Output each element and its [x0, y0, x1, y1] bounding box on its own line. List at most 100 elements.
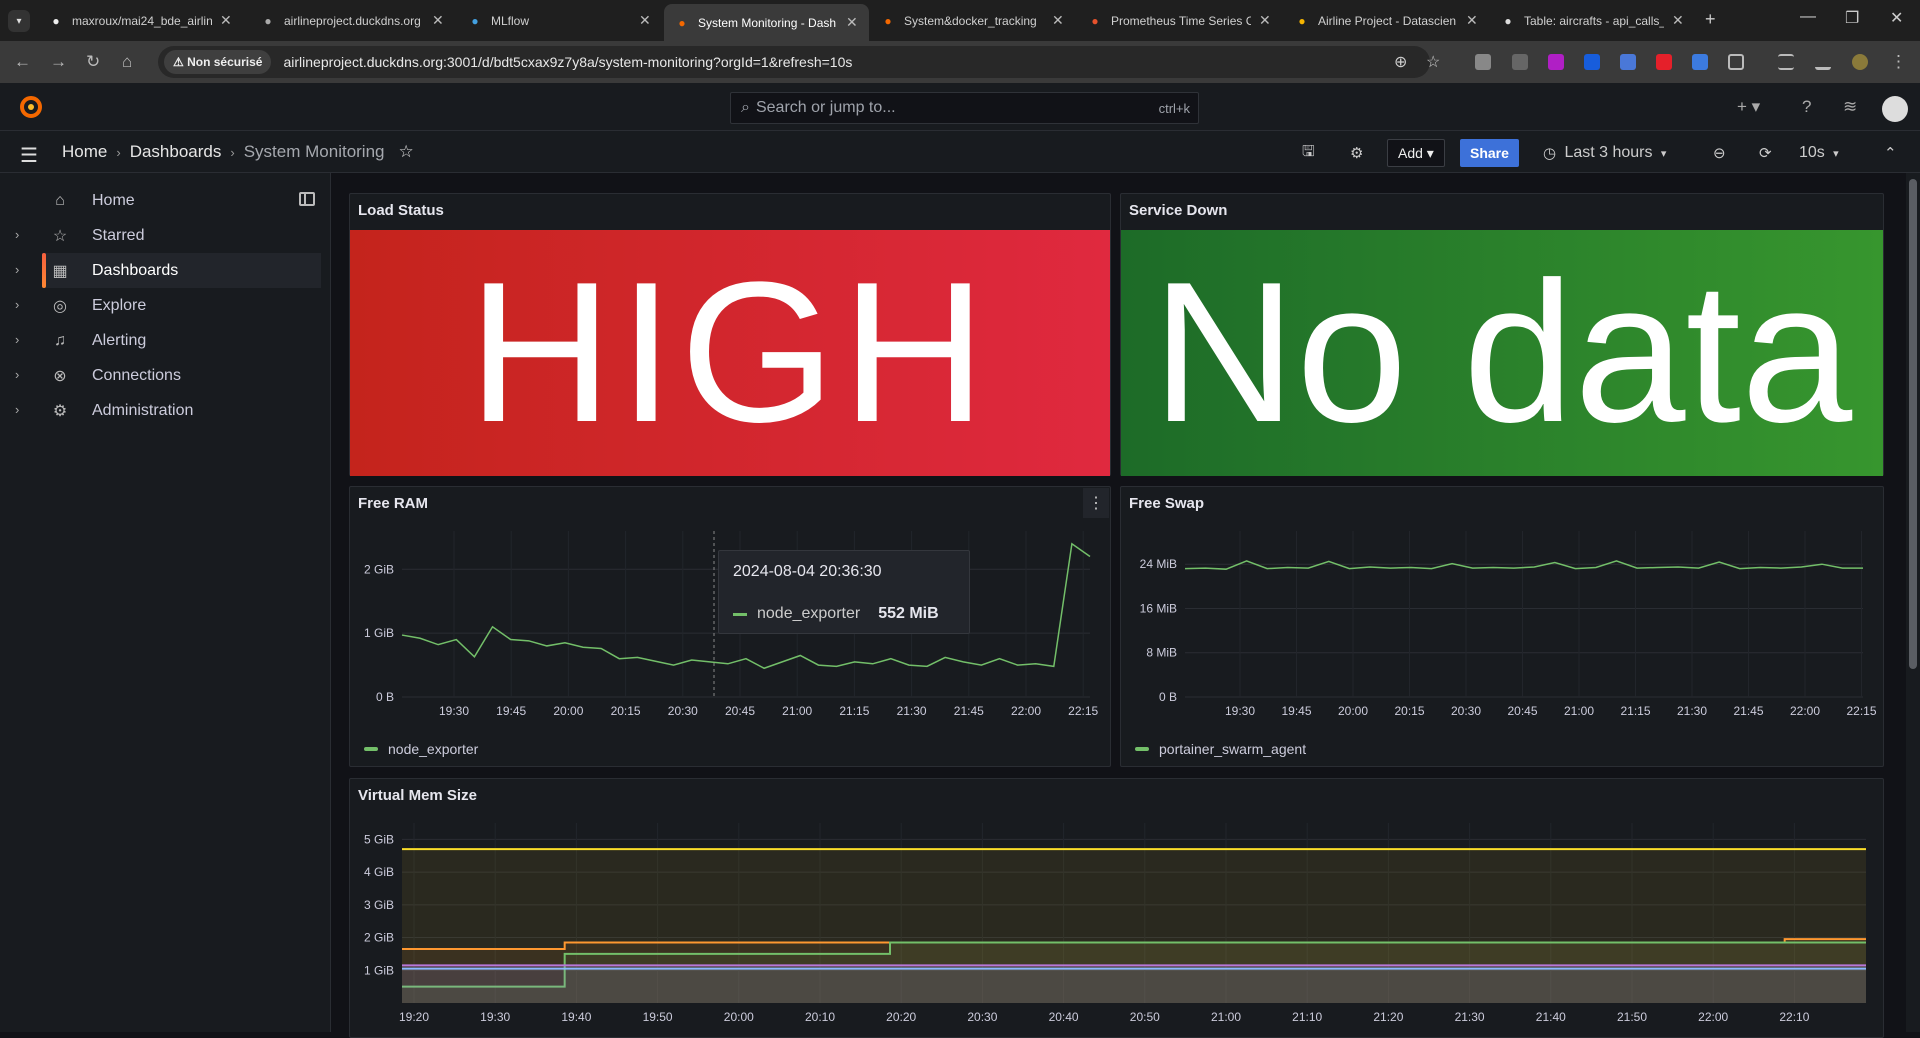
panel-menu-icon[interactable]: ⋮ — [1083, 488, 1109, 518]
breadcrumb-current: System Monitoring — [243, 142, 385, 161]
load-status-panel[interactable]: Load Status HIGH — [349, 193, 1111, 476]
forward-icon[interactable]: → — [50, 52, 67, 72]
tab-close-icon[interactable]: ✕ — [639, 12, 651, 29]
virtual-mem-chart[interactable]: 1 GiB 2 GiB 3 GiB 4 GiB 5 GiB 19:20 19:30 19:40… — [350, 813, 1883, 1033]
x-tick-label: 20:30 — [967, 1010, 997, 1024]
y-tick-label: 24 MiB — [1140, 557, 1177, 571]
settings-gear-icon[interactable]: ⚙ — [1350, 140, 1363, 166]
extension-a-icon[interactable] — [1475, 54, 1491, 70]
minimize-icon[interactable]: — — [1800, 8, 1816, 26]
panel-title: Load Status — [358, 202, 444, 219]
tab-close-icon[interactable]: ✕ — [1259, 12, 1271, 29]
browser-tab[interactable]: ● Prometheus Time Series C ✕ — [1077, 6, 1282, 35]
sidebar-item-connections[interactable]: ⊗ Connections — [42, 358, 321, 393]
favorite-star-icon[interactable]: ☆ — [399, 142, 414, 162]
sidebar-item-starred[interactable]: ☆ Starred — [42, 218, 321, 253]
tab-search-button[interactable]: ▾ — [8, 10, 30, 32]
user-avatar[interactable] — [1882, 96, 1908, 122]
address-bar[interactable]: ⚠ Non sécurisé airlineproject.duckdns.or… — [158, 46, 1440, 78]
x-tick-label: 19:30 — [439, 704, 469, 718]
profile-avatar[interactable] — [1852, 54, 1868, 70]
restore-icon[interactable]: ❐ — [1845, 8, 1859, 28]
reading-list-icon[interactable] — [1778, 54, 1794, 70]
help-icon[interactable]: ? — [1802, 97, 1811, 117]
tab-close-icon[interactable]: ✕ — [432, 12, 444, 29]
expand-chevron-icon[interactable]: › — [15, 227, 19, 242]
browser-tab[interactable]: ● Table: aircrafts - api_calls_ ✕ — [1490, 6, 1695, 35]
bitwarden-icon[interactable] — [1584, 54, 1600, 70]
add-button[interactable]: Add ▾ — [1387, 139, 1445, 167]
scrollbar-thumb[interactable] — [1909, 179, 1917, 669]
tab-close-icon[interactable]: ✕ — [1672, 12, 1684, 29]
virtual-mem-panel[interactable]: Virtual Mem Size 1 GiB 2 GiB 3 GiB 4 GiB 5 G… — [349, 778, 1884, 1038]
share-button[interactable]: Share — [1460, 139, 1519, 167]
service-down-panel[interactable]: Service Down No data — [1120, 193, 1884, 476]
extension-copy-icon[interactable] — [1512, 54, 1528, 70]
browser-tab[interactable]: ● System Monitoring - Dash ✕ — [664, 4, 869, 41]
close-window-icon[interactable]: ✕ — [1890, 8, 1903, 28]
breadcrumb-dashboards[interactable]: Dashboards — [130, 142, 222, 162]
browser-tab[interactable]: ● Airline Project - Datascien ✕ — [1284, 6, 1489, 35]
refresh-icon[interactable]: ⟳ — [1759, 140, 1772, 166]
breadcrumb-home[interactable]: Home — [62, 142, 107, 162]
sidebar-item-label: Starred — [92, 226, 145, 244]
free-swap-panel[interactable]: Free Swap 0 B 8 MiB 16 MiB 24 MiB 19:30 19:45… — [1120, 486, 1884, 767]
back-icon[interactable]: ← — [14, 52, 31, 72]
expand-chevron-icon[interactable]: › — [15, 402, 19, 417]
time-picker[interactable]: ◷ Last 3 hours ▾ — [1543, 140, 1666, 166]
news-rss-icon[interactable]: ≋ — [1843, 97, 1857, 117]
url-text[interactable]: airlineproject.duckdns.org:3001/d/bdt5cx… — [283, 54, 852, 70]
sidebar-item-alerting[interactable]: ♫ Alerting — [42, 323, 321, 358]
collapse-up-icon[interactable]: ⌃ — [1884, 140, 1897, 166]
refresh-interval-picker[interactable]: 10s ▾ — [1799, 140, 1839, 166]
sidebar-item-administration[interactable]: ⚙ Administration — [42, 393, 321, 428]
search-input[interactable]: ⌕ Search or jump to... ctrl+k — [730, 92, 1199, 124]
downloads-icon[interactable] — [1815, 54, 1831, 70]
table-icon: ● — [1504, 13, 1512, 28]
translate-icon[interactable] — [1620, 54, 1636, 70]
security-indicator[interactable]: ⚠ Non sécurisé — [164, 50, 272, 74]
legend-item[interactable]: node_exporter — [364, 741, 478, 757]
page-scrollbar[interactable] — [1906, 173, 1920, 1032]
grafana-logo-icon[interactable] — [18, 94, 44, 120]
x-tick-label: 19:30 — [480, 1010, 510, 1024]
youtube-icon[interactable] — [1656, 54, 1672, 70]
expand-chevron-icon[interactable]: › — [15, 332, 19, 347]
browser-tab[interactable]: ● maxroux/mai24_bde_airlin ✕ — [38, 6, 243, 35]
expand-chevron-icon[interactable]: › — [15, 262, 19, 277]
zoom-out-icon[interactable]: ⊖ — [1713, 140, 1726, 166]
browser-tab[interactable]: ● MLflow ✕ — [457, 6, 662, 35]
new-tab-button[interactable]: + — [1705, 9, 1716, 30]
breadcrumb: Home › Dashboards › System Monitoring ☆ — [62, 142, 414, 162]
menu-hamburger-icon[interactable]: ☰ — [20, 143, 38, 168]
tab-close-icon[interactable]: ✕ — [220, 12, 232, 29]
time-range-label: Last 3 hours — [1564, 144, 1653, 161]
browser-toolbar: ← → ↻ ⌂ ⚠ Non sécurisé airlineproject.du… — [0, 41, 1920, 83]
x-tick-label: 21:00 — [782, 704, 812, 718]
sidebar-item-home[interactable]: ⌂ Home — [42, 183, 321, 218]
sidebar-item-dashboards[interactable]: ▦ Dashboards — [42, 253, 321, 288]
free-swap-chart[interactable]: 0 B 8 MiB 16 MiB 24 MiB 19:30 19:45 20:00 20:15… — [1121, 521, 1883, 751]
legend-swatch — [1135, 747, 1149, 751]
grafana-top-bar: ⌕ Search or jump to... ctrl+k + ▾ ? ≋ — [0, 83, 1920, 131]
expand-chevron-icon[interactable]: › — [15, 367, 19, 382]
reload-icon[interactable]: ↻ — [86, 52, 100, 72]
bookmark-star-icon[interactable]: ☆ — [1426, 52, 1440, 72]
new-plus-icon[interactable]: + ▾ — [1737, 97, 1760, 117]
sidebar-item-explore[interactable]: ◎ Explore — [42, 288, 321, 323]
tab-close-icon[interactable]: ✕ — [1052, 12, 1064, 29]
extensions-puzzle-icon[interactable] — [1728, 54, 1744, 70]
tab-close-icon[interactable]: ✕ — [846, 14, 858, 31]
home-browser-icon[interactable]: ⌂ — [122, 52, 132, 72]
browser-tab[interactable]: ● airlineproject.duckdns.org ✕ — [250, 6, 455, 35]
extension-triangle-icon[interactable] — [1692, 54, 1708, 70]
tab-close-icon[interactable]: ✕ — [1466, 12, 1478, 29]
browser-menu-icon[interactable]: ⋮ — [1890, 52, 1907, 72]
x-tick-label: 21:45 — [1733, 704, 1763, 718]
save-dashboard-icon[interactable]: 🖫 — [1302, 140, 1315, 166]
legend-item[interactable]: portainer_swarm_agent — [1135, 741, 1306, 757]
zoom-icon[interactable]: ⊕ — [1394, 52, 1407, 72]
browser-tab[interactable]: ● System&docker_tracking ✕ — [870, 6, 1075, 35]
expand-chevron-icon[interactable]: › — [15, 297, 19, 312]
extension-download-icon[interactable] — [1548, 54, 1564, 70]
